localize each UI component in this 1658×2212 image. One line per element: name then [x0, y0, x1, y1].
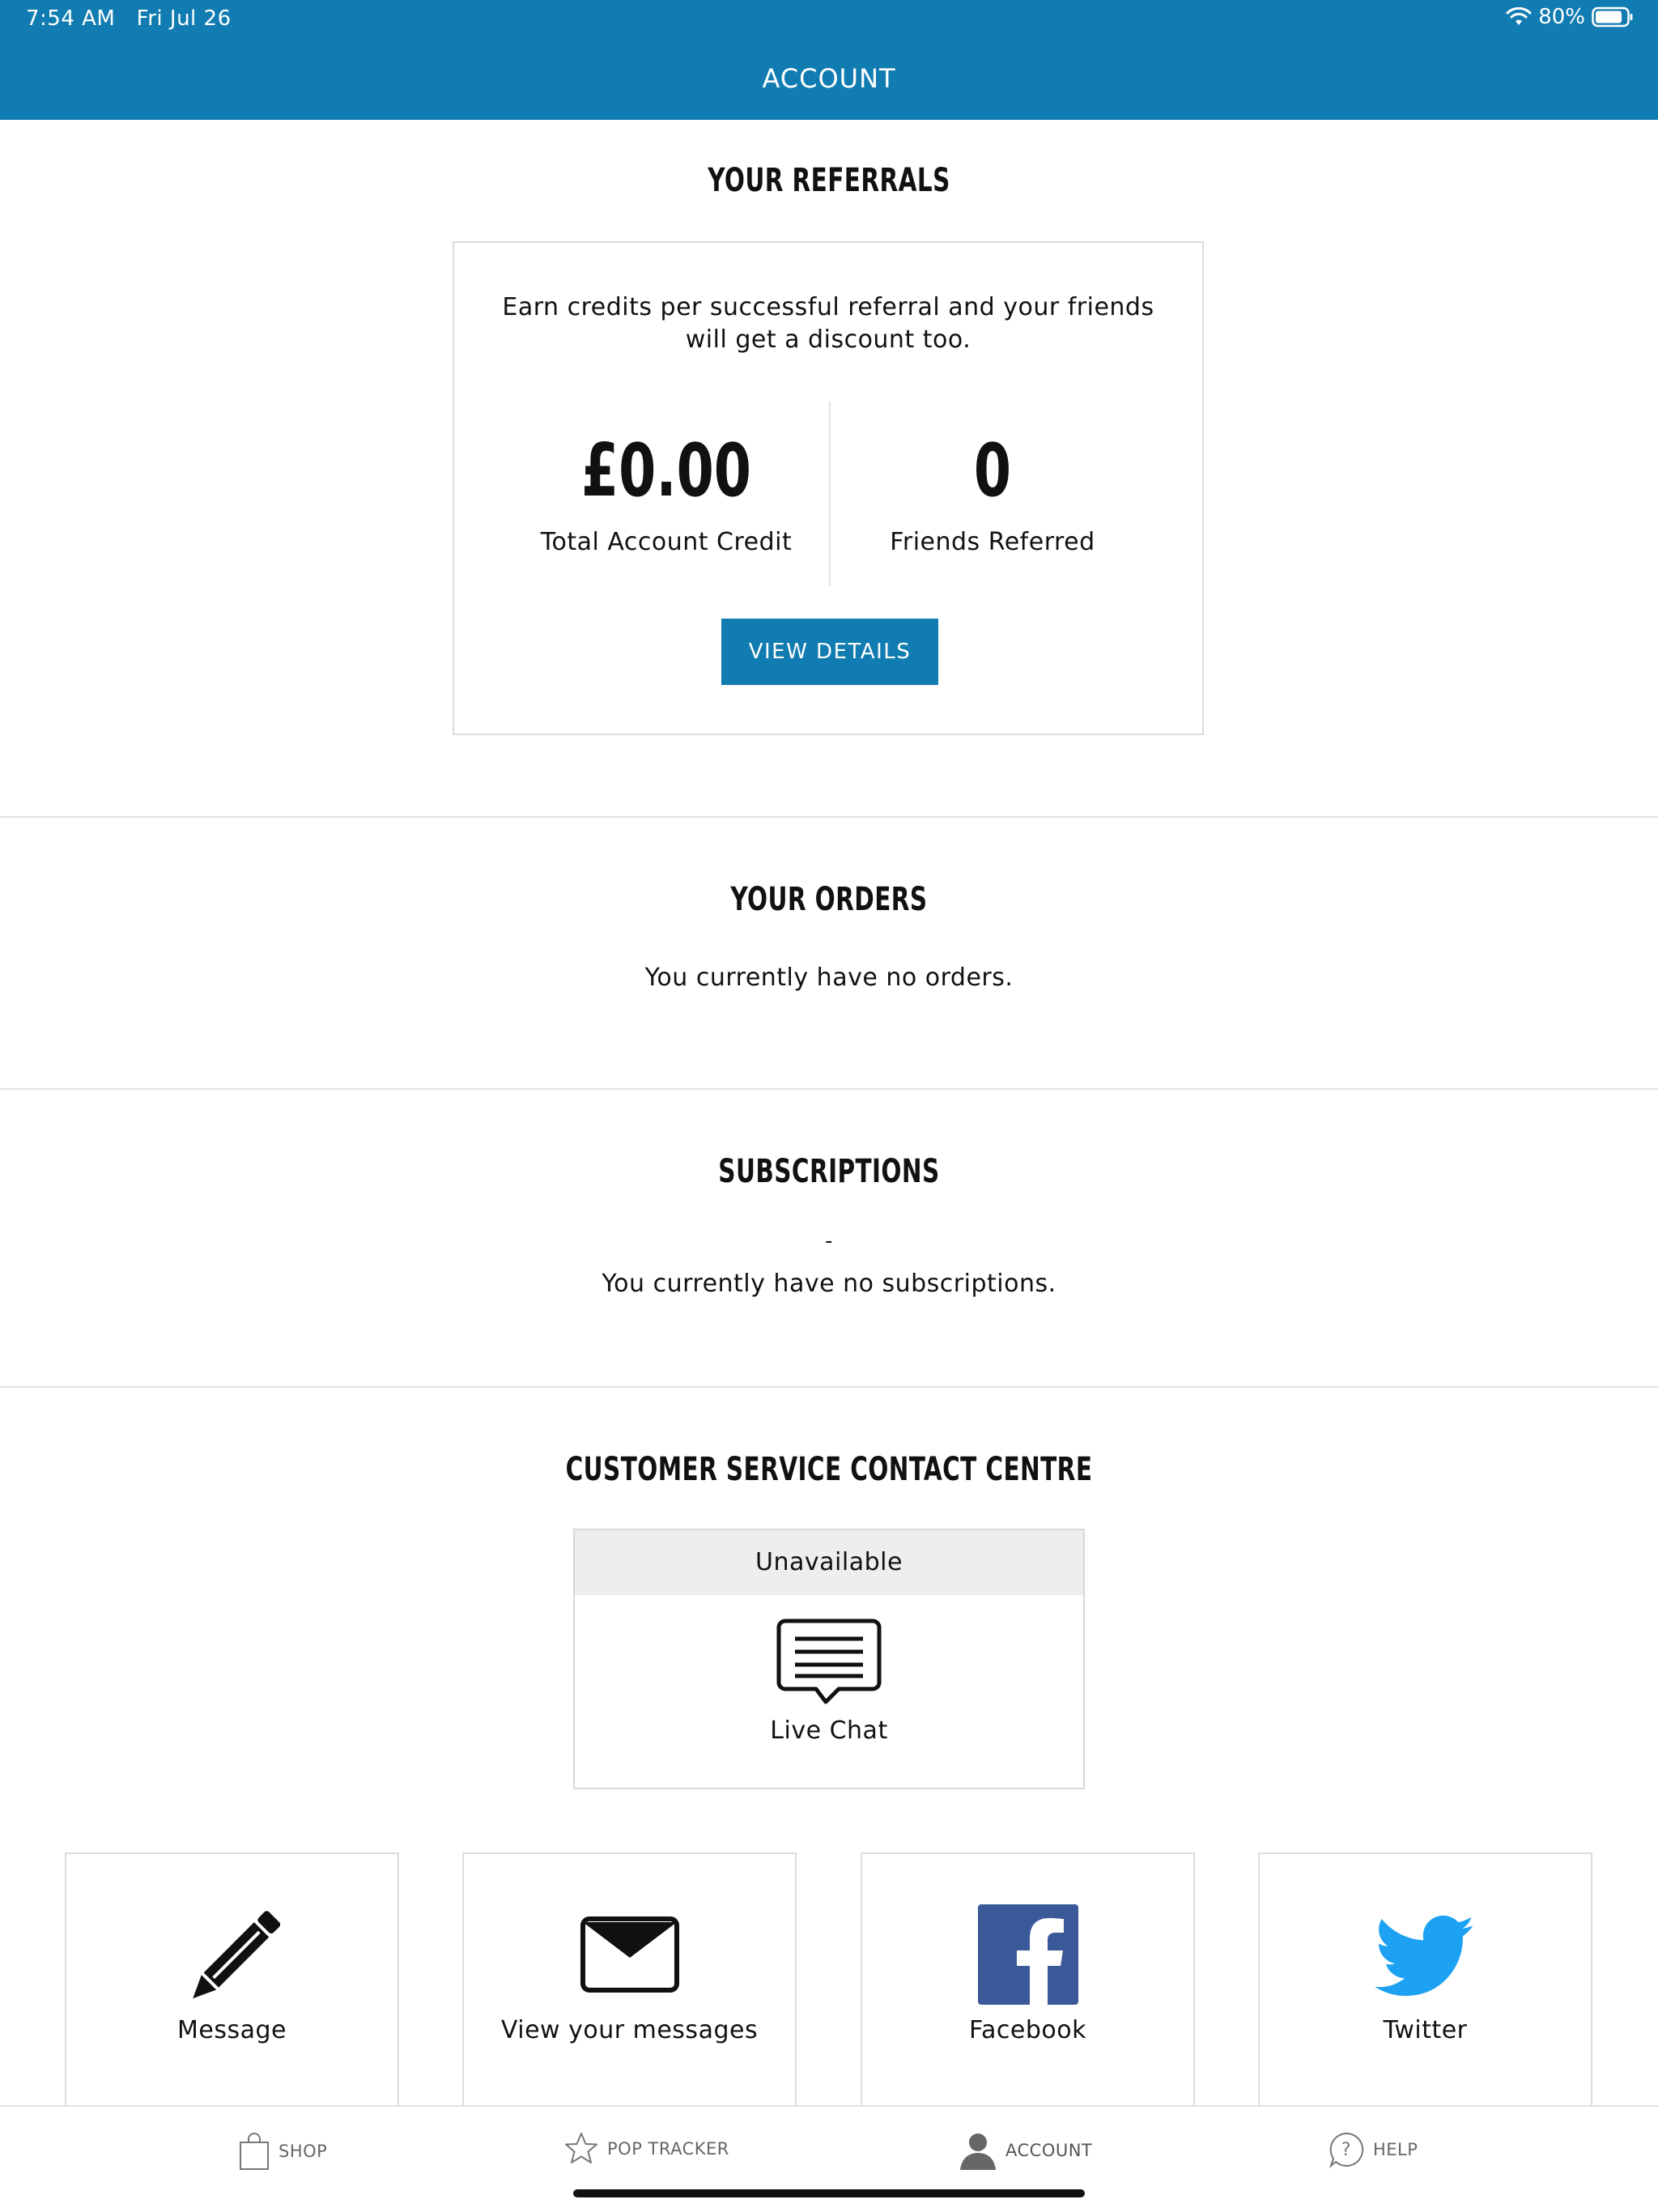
account-credit-stat: £0.00 Total Account Credit: [504, 428, 828, 557]
view-messages-tile[interactable]: View your messages: [462, 1853, 797, 2120]
live-chat-label: Live Chat: [770, 1716, 888, 1745]
twitter-tile[interactable]: Twitter: [1258, 1853, 1592, 2120]
friends-referred-value: 0: [973, 428, 1012, 513]
tab-shop[interactable]: SHOP: [238, 2131, 327, 2172]
tab-pop-tracker-label: POP TRACKER: [607, 2139, 729, 2159]
pencil-icon: [192, 1911, 280, 1999]
chat-status: Unavailable: [575, 1530, 1083, 1595]
account-credit-value: £0.00: [580, 428, 752, 513]
person-icon: [960, 2133, 996, 2170]
orders-heading: YOUR ORDERS: [730, 881, 928, 918]
status-date-text: Fri Jul 26: [136, 6, 232, 31]
wifi-icon: [1506, 7, 1532, 25]
shopping-bag-icon: [240, 2133, 269, 2170]
svg-text:?: ?: [1341, 2140, 1351, 2160]
twitter-icon: [1375, 1915, 1474, 1997]
page-title: ACCOUNT: [762, 63, 896, 94]
battery-icon: [1592, 6, 1633, 28]
referrals-description: Earn credits per successful referral and…: [502, 293, 1154, 354]
contact-heading: CUSTOMER SERVICE CONTACT CENTRE: [565, 1451, 1093, 1488]
tab-account-label: ACCOUNT: [1005, 2141, 1093, 2160]
tab-help[interactable]: ? HELP: [1328, 2131, 1418, 2168]
message-label: Message: [177, 2016, 287, 2044]
battery-percent: 80%: [1538, 5, 1585, 29]
section-divider: [0, 1088, 1658, 1090]
status-bar-right: 80%: [1506, 5, 1634, 29]
orders-empty-message: You currently have no orders.: [644, 963, 1014, 992]
chat-bubble-icon: [776, 1619, 882, 1704]
twitter-label: Twitter: [1383, 2016, 1468, 2044]
friends-referred-stat: 0 Friends Referred: [831, 428, 1154, 557]
status-time-text: 7:54 AM: [26, 6, 116, 31]
live-chat-box[interactable]: Unavailable Live Chat: [573, 1529, 1085, 1789]
section-divider: [0, 816, 1658, 818]
section-divider: [0, 1386, 1658, 1388]
top-bar: 7:54 AM Fri Jul 26 80% ACCOUNT: [0, 0, 1658, 120]
star-icon: [565, 2133, 597, 2163]
subscriptions-heading: SUBSCRIPTIONS: [718, 1153, 940, 1190]
tab-shop-label: SHOP: [278, 2142, 328, 2161]
referrals-card: Earn credits per successful referral and…: [453, 241, 1204, 735]
view-details-button[interactable]: VIEW DETAILS: [721, 619, 938, 685]
facebook-label: Facebook: [969, 2016, 1086, 2044]
subscriptions-empty-message: You currently have no subscriptions.: [602, 1270, 1056, 1298]
status-bar-time: 7:54 AM Fri Jul 26: [26, 6, 232, 31]
envelope-icon: [580, 1916, 679, 1993]
referrals-heading: YOUR REFERRALS: [708, 162, 950, 199]
tab-help-label: HELP: [1373, 2140, 1418, 2159]
help-icon: ?: [1329, 2132, 1364, 2168]
facebook-icon: [977, 1904, 1078, 2005]
home-indicator: [573, 2189, 1085, 2197]
account-credit-label: Total Account Credit: [540, 528, 793, 556]
tab-account[interactable]: ACCOUNT: [959, 2131, 1092, 2170]
message-tile[interactable]: Message: [65, 1853, 399, 2120]
tab-pop-tracker[interactable]: POP TRACKER: [563, 2131, 729, 2167]
subscriptions-dash: -: [825, 1229, 833, 1253]
view-messages-label: View your messages: [500, 2016, 759, 2044]
facebook-tile[interactable]: Facebook: [861, 1853, 1195, 2120]
friends-referred-label: Friends Referred: [890, 528, 1095, 556]
